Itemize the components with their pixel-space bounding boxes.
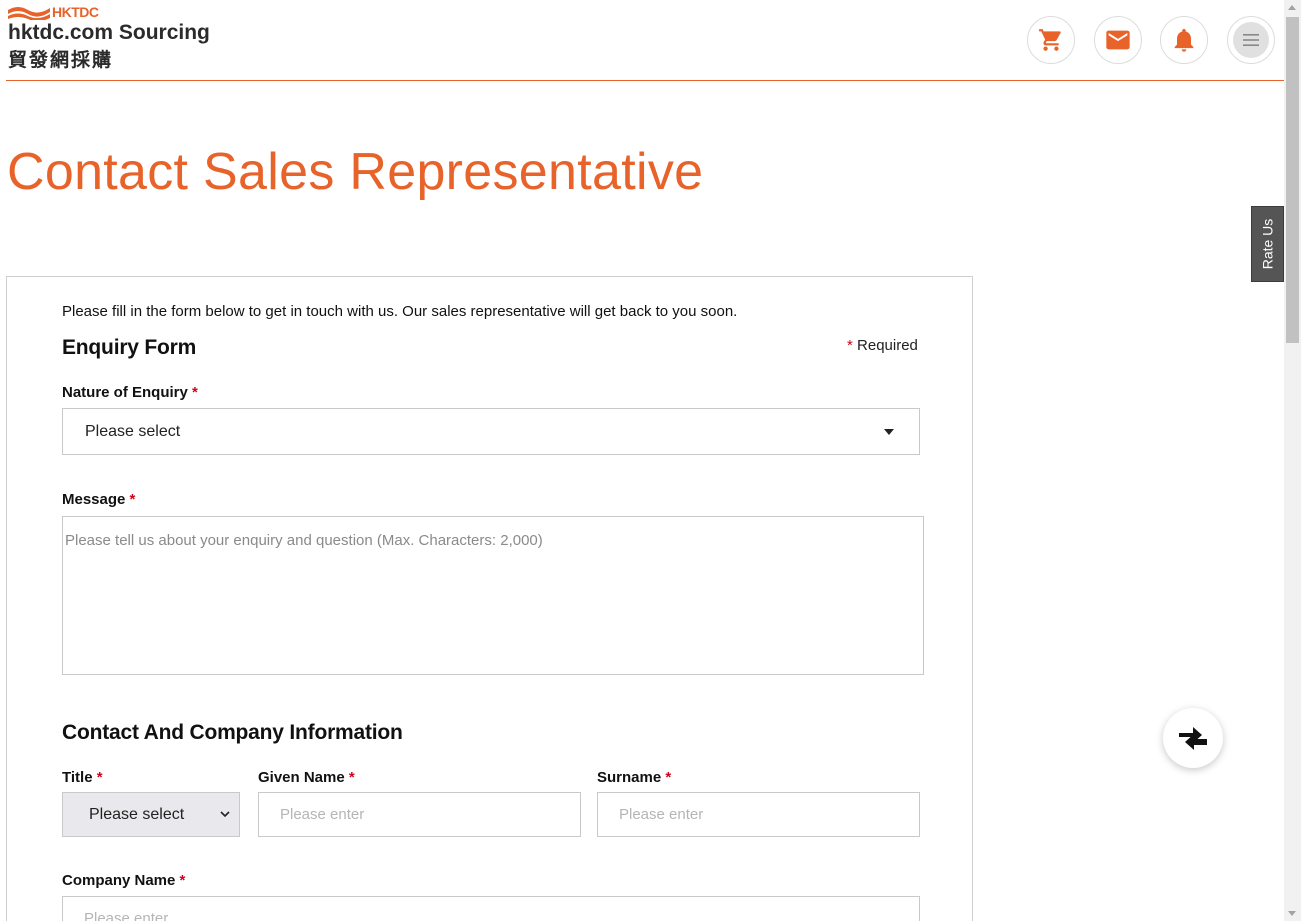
messages-button[interactable] <box>1094 16 1142 64</box>
bell-icon <box>1174 28 1194 52</box>
message-label-text: Message <box>62 491 126 508</box>
given-name-label: Given Name * <box>258 769 355 786</box>
nature-of-enquiry-value: Please select <box>85 422 181 440</box>
required-star: * <box>348 769 355 786</box>
page: HKTDC hktdc.com Sourcing 貿發網採購 Contact S… <box>0 0 1301 921</box>
contact-company-heading: Contact And Company Information <box>62 721 403 744</box>
surname-input[interactable] <box>597 792 920 837</box>
form-intro-text: Please fill in the form below to get in … <box>62 303 738 320</box>
required-star: * <box>129 491 136 508</box>
scroll-up-icon[interactable] <box>1288 5 1296 10</box>
enquiry-form-heading: Enquiry Form <box>62 336 197 359</box>
caret-down-icon <box>884 429 894 435</box>
enquiry-form-card: Please fill in the form below to get in … <box>6 276 973 921</box>
required-star: * <box>192 384 198 401</box>
site-header: HKTDC hktdc.com Sourcing 貿發網採購 <box>0 0 1284 81</box>
company-name-label: Company Name * <box>62 872 185 889</box>
menu-icon <box>1243 34 1259 46</box>
hktdc-logo[interactable]: HKTDC hktdc.com Sourcing 貿發網採購 <box>8 4 238 74</box>
required-note-text: Required <box>857 337 918 354</box>
title-select-value: Please select <box>89 805 185 823</box>
scrollbar-thumb[interactable] <box>1286 17 1299 343</box>
rate-us-tab[interactable]: Rate Us <box>1251 206 1284 282</box>
mail-icon <box>1106 30 1130 50</box>
given-name-input[interactable] <box>258 792 581 837</box>
logo-brand: HKTDC <box>52 4 99 20</box>
page-title: Contact Sales Representative <box>7 143 704 201</box>
required-star: * <box>665 769 672 786</box>
required-note: * Required <box>847 337 918 354</box>
header-divider <box>6 80 1284 81</box>
logo-chinese-title: 貿發網採購 <box>8 49 114 71</box>
menu-button[interactable] <box>1227 16 1275 64</box>
scroll-down-icon[interactable] <box>1288 911 1296 916</box>
nature-of-enquiry-label-text: Nature of Enquiry <box>62 384 188 401</box>
title-label: Title * <box>62 769 103 786</box>
given-name-label-text: Given Name <box>258 769 345 786</box>
cart-button[interactable] <box>1027 16 1075 64</box>
title-select[interactable]: Please select <box>62 792 240 837</box>
company-name-label-text: Company Name <box>62 872 176 889</box>
message-textarea[interactable] <box>62 516 924 675</box>
nature-of-enquiry-label: Nature of Enquiry * <box>62 384 198 401</box>
chevron-down-icon <box>220 811 230 818</box>
title-label-text: Title <box>62 769 93 786</box>
menu-button-inner <box>1233 22 1269 58</box>
cart-icon <box>1039 29 1061 51</box>
nature-of-enquiry-select[interactable]: Please select <box>62 408 920 455</box>
surname-label-text: Surname <box>597 769 662 786</box>
rate-us-label: Rate Us <box>1259 218 1276 270</box>
surname-label: Surname * <box>597 769 671 786</box>
required-star: * <box>847 337 853 354</box>
hktdc-logo-mark-icon <box>8 7 50 20</box>
logo-title: hktdc.com Sourcing <box>8 21 210 44</box>
required-star: * <box>179 872 186 889</box>
notifications-button[interactable] <box>1160 16 1208 64</box>
required-star: * <box>96 769 103 786</box>
compare-button[interactable] <box>1163 708 1223 768</box>
company-name-input[interactable] <box>62 896 920 921</box>
message-label: Message * <box>62 491 135 508</box>
page-scrollbar[interactable] <box>1284 0 1301 921</box>
compare-arrows-icon <box>1179 727 1207 750</box>
